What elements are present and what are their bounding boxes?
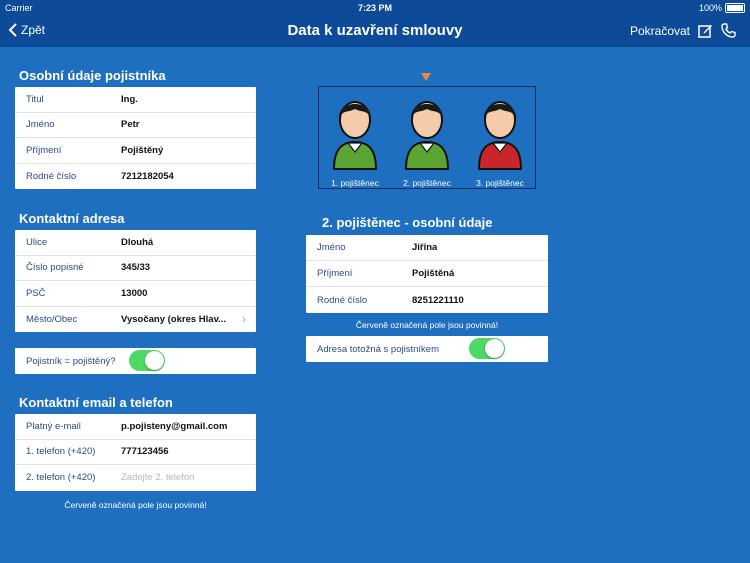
contact-section-title: Kontaktní email a telefon	[19, 395, 173, 410]
row-label: Platný e-mail	[26, 420, 81, 432]
row-label: Příjmení	[317, 268, 353, 279]
person-icon	[477, 101, 523, 170]
address-section-title: Kontaktní adresa	[19, 211, 125, 226]
owner-firstname-row[interactable]: Jméno Petr	[15, 113, 256, 138]
contact-card: Platný e-mail p.pojisteny@gmail.com 1. te…	[15, 414, 256, 491]
person-label: 1. pojištěnec	[331, 178, 379, 188]
email-field[interactable]: p.pojisteny@gmail.com	[121, 421, 227, 432]
back-button[interactable]: Zpět	[8, 23, 45, 37]
row-label: Titul	[26, 93, 44, 105]
address-number-row[interactable]: Číslo popisné 345/33	[15, 256, 256, 281]
row-value: Pojištěná	[412, 268, 455, 279]
battery-indicator: 100%	[699, 3, 745, 13]
owner-is-insured-card: Pojistník = pojištěný?	[15, 348, 256, 374]
address-zip-row[interactable]: PSČ 13000	[15, 281, 256, 307]
owner-section-title: Osobní údaje pojistníka	[19, 68, 166, 83]
same-address-card: Adresa totožná s pojistníkem	[306, 336, 548, 362]
row-value: Petr	[121, 119, 140, 131]
row-value: Ing.	[121, 93, 138, 105]
insured-birthnumber-row[interactable]: Rodné číslo 8251221110	[306, 287, 548, 313]
contact-phone2-row[interactable]: 2. telefon (+420) Zadejte 2. telefon	[15, 465, 256, 491]
row-label: Rodné číslo	[26, 170, 77, 182]
address-city-row[interactable]: Město/Obec Vysočany (okres Hlav... ›	[15, 307, 256, 333]
phone2-field[interactable]: Zadejte 2. telefon	[121, 472, 194, 483]
same-address-label: Adresa totožná s pojistníkem	[317, 343, 439, 355]
person-icon	[404, 101, 450, 170]
row-value: Dlouhá	[121, 236, 154, 248]
row-label: PSČ	[26, 287, 46, 299]
phone-icon[interactable]	[721, 23, 736, 38]
address-card: Ulice Dlouhá Číslo popisné 345/33 PSČ 13000…	[15, 230, 256, 332]
chevron-right-icon: ›	[242, 312, 246, 327]
row-label: Ulice	[26, 236, 48, 248]
owner-is-insured-toggle[interactable]	[129, 350, 165, 371]
row-label: Příjmení	[26, 144, 62, 156]
insured-card: Jméno Jiřina Příjmení Pojištěná Rodné čísl…	[306, 235, 548, 313]
owner-title-row[interactable]: Titul Ing.	[15, 87, 256, 113]
owner-card: Titul Ing. Jméno Petr Příjmení Pojištěný Ro…	[15, 87, 256, 189]
row-value: 345/33	[121, 262, 151, 274]
row-value: Jiřina	[412, 242, 438, 253]
address-street-row[interactable]: Ulice Dlouhá	[15, 230, 256, 256]
contact-email-row[interactable]: Platný e-mail p.pojisteny@gmail.com	[15, 414, 256, 440]
owner-is-insured-label: Pojistník = pojištěný?	[26, 355, 116, 367]
row-value: Vysočany (okres Hlav...	[121, 313, 227, 325]
row-label: Jméno	[317, 242, 346, 253]
row-value: 8251221110	[412, 294, 464, 306]
selected-person-marker	[421, 73, 431, 81]
row-value: 13000	[121, 287, 148, 299]
owner-surname-row[interactable]: Příjmení Pojištěný	[15, 138, 256, 164]
chevron-left-icon	[8, 23, 17, 37]
row-label: 2. telefon (+420)	[26, 472, 96, 484]
row-value: Pojištěný	[121, 144, 164, 156]
status-bar: Carrier 7:23 PM 100%	[0, 0, 750, 15]
required-fields-note: Červeně označená pole jsou povinná!	[64, 500, 207, 510]
insured-person-3[interactable]: 3. pojištěnec	[470, 95, 530, 188]
insured-person-1[interactable]: 1. pojištěnec	[325, 95, 385, 188]
row-label: Jméno	[26, 119, 55, 131]
row-label: Číslo popisné	[26, 262, 84, 274]
same-address-row: Adresa totožná s pojistníkem	[306, 336, 548, 362]
row-label: Rodné číslo	[317, 294, 368, 306]
continue-button[interactable]: Pokračovat	[630, 24, 690, 38]
insured-selector: 1. pojištěnec 2. pojištěnec 3. pojištěne…	[318, 86, 536, 189]
toggle-knob	[485, 339, 504, 358]
row-label: Město/Obec	[26, 313, 78, 325]
row-label: 1. telefon (+420)	[26, 446, 96, 458]
contact-phone1-row[interactable]: 1. telefon (+420) 777123456	[15, 440, 256, 465]
insured-required-note: Červeně označená pole jsou povinná!	[355, 320, 499, 330]
edit-icon[interactable]	[698, 23, 713, 38]
person-label: 2. pojištěnec	[403, 178, 451, 188]
owner-birthnumber-row[interactable]: Rodné číslo 7212182054	[15, 164, 256, 190]
insured-surname-row[interactable]: Příjmení Pojištěná	[306, 261, 548, 287]
insured-person-2[interactable]: 2. pojištěnec	[397, 95, 457, 188]
battery-icon	[725, 3, 745, 13]
battery-percent: 100%	[698, 3, 722, 13]
owner-is-insured-row: Pojistník = pojištěný?	[15, 348, 256, 374]
toggle-knob	[145, 351, 164, 370]
back-button-label: Zpět	[21, 23, 46, 37]
person-label: 3. pojištěnec	[476, 178, 524, 188]
phone1-field[interactable]: 777123456	[121, 446, 169, 457]
person-icon	[332, 101, 378, 170]
same-address-toggle[interactable]	[469, 338, 505, 359]
row-value: 7212182054	[121, 170, 174, 182]
navigation-bar: Zpět Data k uzavření smlouvy Pokračovat	[0, 15, 750, 47]
insured-firstname-row[interactable]: Jméno Jiřina	[306, 235, 548, 261]
insured-section-title: 2. pojištěnec - osobní údaje	[322, 215, 493, 230]
status-time: 7:23 PM	[357, 3, 392, 13]
